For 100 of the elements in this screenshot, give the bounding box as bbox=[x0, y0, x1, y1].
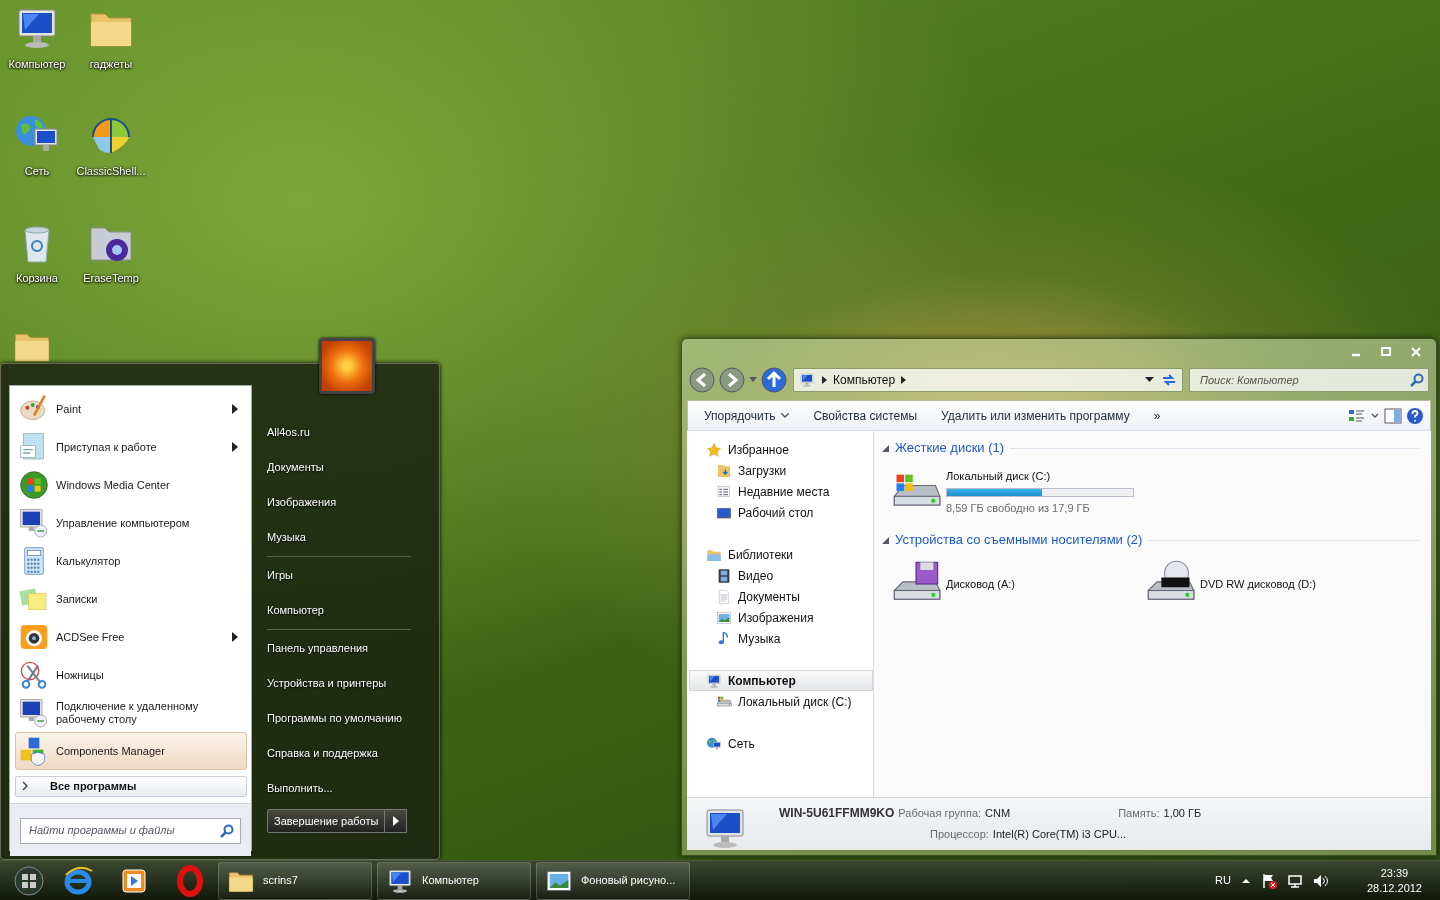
language-indicator[interactable]: RU bbox=[1215, 872, 1231, 889]
search-icon bbox=[220, 823, 234, 838]
toolbar-button[interactable]: Свойства системы bbox=[803, 403, 928, 428]
remote-desktop-icon bbox=[18, 697, 50, 729]
program-item[interactable]: Подключение к удаленному рабочему столу bbox=[15, 694, 247, 732]
detail-value: 1,00 ГБ bbox=[1163, 805, 1202, 821]
nav-item[interactable]: Компьютер bbox=[689, 670, 873, 691]
program-item[interactable]: ACDSee Free bbox=[15, 618, 247, 656]
computer-icon bbox=[798, 372, 816, 388]
search-field[interactable]: Поиск: Компьютер bbox=[1189, 368, 1429, 392]
section-heading[interactable]: Жесткие диски (1) bbox=[895, 438, 1005, 458]
back-button[interactable] bbox=[689, 367, 715, 393]
more-button[interactable]: » bbox=[1143, 403, 1171, 428]
taskbar-button[interactable]: Фоновый рисуно... bbox=[536, 861, 690, 900]
search-input[interactable]: Поиск: Компьютер bbox=[1198, 370, 1410, 390]
clock-time: 23:39 bbox=[1380, 865, 1409, 881]
drive-name[interactable]: Дисковод (A:) bbox=[946, 575, 1015, 593]
address-bar[interactable]: Компьютер bbox=[793, 368, 1183, 392]
picture-icon bbox=[716, 609, 732, 626]
action-center-flag-icon[interactable] bbox=[1260, 872, 1277, 889]
program-item[interactable]: Управление компьютером bbox=[15, 504, 247, 542]
film-icon bbox=[716, 567, 732, 584]
nav-item[interactable]: Рабочий стол bbox=[689, 502, 873, 523]
menu-link[interactable]: Музыка bbox=[267, 520, 439, 555]
computer-name: WIN-5U61FFMM9KO bbox=[779, 805, 896, 822]
nav-item[interactable]: Видео bbox=[689, 565, 873, 586]
program-item[interactable]: Калькулятор bbox=[15, 542, 247, 580]
nav-item[interactable]: Сеть bbox=[689, 733, 873, 754]
program-item[interactable]: Ножницы bbox=[15, 656, 247, 694]
monitor-icon bbox=[18, 507, 50, 539]
dropdown-caret-icon[interactable] bbox=[1145, 377, 1154, 383]
recent-places-icon bbox=[716, 483, 732, 500]
detail-value: CNM bbox=[985, 805, 1011, 821]
menu-link[interactable]: Устройства и принтеры bbox=[267, 666, 439, 701]
network-icon[interactable] bbox=[1286, 872, 1303, 889]
nav-item[interactable]: Избранное bbox=[689, 439, 873, 460]
taskbar-button[interactable]: Компьютер bbox=[377, 861, 531, 900]
orb-icon bbox=[13, 864, 45, 897]
download-folder-icon bbox=[716, 462, 732, 479]
menu-link[interactable]: Документы bbox=[267, 450, 439, 485]
star-icon bbox=[706, 441, 722, 458]
program-item[interactable]: Components Manager bbox=[15, 732, 247, 770]
chevron-icon[interactable] bbox=[901, 376, 907, 384]
program-item[interactable]: Paint bbox=[15, 390, 247, 428]
nav-item[interactable]: Недавние места bbox=[689, 481, 873, 502]
nav-item[interactable]: Загрузки bbox=[689, 460, 873, 481]
document-icon bbox=[716, 588, 732, 605]
menu-link[interactable]: Программы по умолчанию bbox=[267, 701, 439, 736]
collapse-triangle-icon[interactable] bbox=[882, 444, 889, 452]
drive-name[interactable]: Локальный диск (C:) bbox=[946, 468, 1134, 485]
chevron-icon bbox=[22, 781, 28, 792]
menu-link[interactable]: Изображения bbox=[267, 485, 439, 520]
photo-placeholder bbox=[319, 338, 375, 394]
search-icon bbox=[1410, 373, 1424, 387]
shutdown-button[interactable]: Завершение работы bbox=[267, 809, 386, 833]
nav-item[interactable]: Библиотеки bbox=[689, 544, 873, 565]
up-button[interactable] bbox=[761, 367, 787, 393]
menu-link[interactable]: Панель управления bbox=[267, 631, 439, 666]
nav-item[interactable]: Локальный диск (C:) bbox=[689, 691, 873, 712]
breadcrumb-link[interactable]: Компьютер bbox=[833, 371, 896, 389]
maximize-icon[interactable] bbox=[1379, 345, 1393, 359]
taskbar-button[interactable]: scrins7 bbox=[218, 861, 372, 900]
toolbar-button[interactable]: Удалить или изменить программу bbox=[931, 403, 1140, 428]
nav-item[interactable]: Документы bbox=[689, 586, 873, 607]
menu-link[interactable]: Компьютер bbox=[267, 593, 439, 628]
detail-label: Рабочая группа: bbox=[898, 805, 982, 821]
program-item[interactable]: Записки bbox=[15, 580, 247, 618]
menu-link[interactable]: Справка и поддержка bbox=[267, 736, 439, 771]
toolbar-button[interactable]: Упорядочить bbox=[694, 403, 800, 428]
shutdown-options-button[interactable] bbox=[385, 809, 408, 833]
computer-icon bbox=[706, 672, 722, 689]
help-icon[interactable] bbox=[1406, 406, 1424, 425]
drive-name[interactable]: DVD RW дисковод (D:) bbox=[1200, 575, 1316, 593]
section-heading[interactable]: Устройства со съемными носителями (2) bbox=[895, 530, 1143, 550]
detail-label: Процессор: bbox=[930, 827, 989, 842]
orb-icon bbox=[18, 469, 50, 501]
arrow-icon bbox=[392, 816, 399, 826]
browser-button[interactable] bbox=[62, 864, 94, 897]
all-programs-button[interactable]: Все программы bbox=[15, 776, 247, 797]
program-item[interactable]: Приступая к работе bbox=[15, 428, 247, 466]
clock[interactable]: 23:39 28.12.2012 bbox=[1354, 865, 1434, 896]
clock-date: 28.12.2012 bbox=[1366, 880, 1422, 896]
menu-link[interactable]: Игры bbox=[267, 558, 439, 593]
detail-label: Память: bbox=[1118, 805, 1160, 821]
close-icon[interactable] bbox=[1409, 345, 1423, 359]
menu-link[interactable]: Выполнить... bbox=[267, 771, 439, 806]
view-options-icon[interactable] bbox=[1348, 407, 1380, 424]
menu-link[interactable]: All4os.ru bbox=[267, 415, 439, 450]
forward-button[interactable] bbox=[719, 367, 745, 393]
search-field[interactable]: Найти программы и файлы bbox=[20, 817, 241, 844]
opera-button[interactable] bbox=[174, 864, 206, 897]
network-icon bbox=[706, 735, 722, 752]
caret-icon[interactable] bbox=[749, 377, 757, 383]
free-space-text: 8,59 ГБ свободно из 17,9 ГБ bbox=[946, 500, 1091, 516]
chevron-icon[interactable] bbox=[822, 376, 827, 384]
detail-value: Intel(R) Core(TM) i3 CPU... bbox=[992, 827, 1127, 842]
nav-item[interactable]: Музыка bbox=[689, 628, 873, 649]
collapse-triangle-icon[interactable] bbox=[882, 536, 889, 544]
nav-item[interactable]: Изображения bbox=[689, 607, 873, 628]
program-item[interactable]: Windows Media Center bbox=[15, 466, 247, 504]
